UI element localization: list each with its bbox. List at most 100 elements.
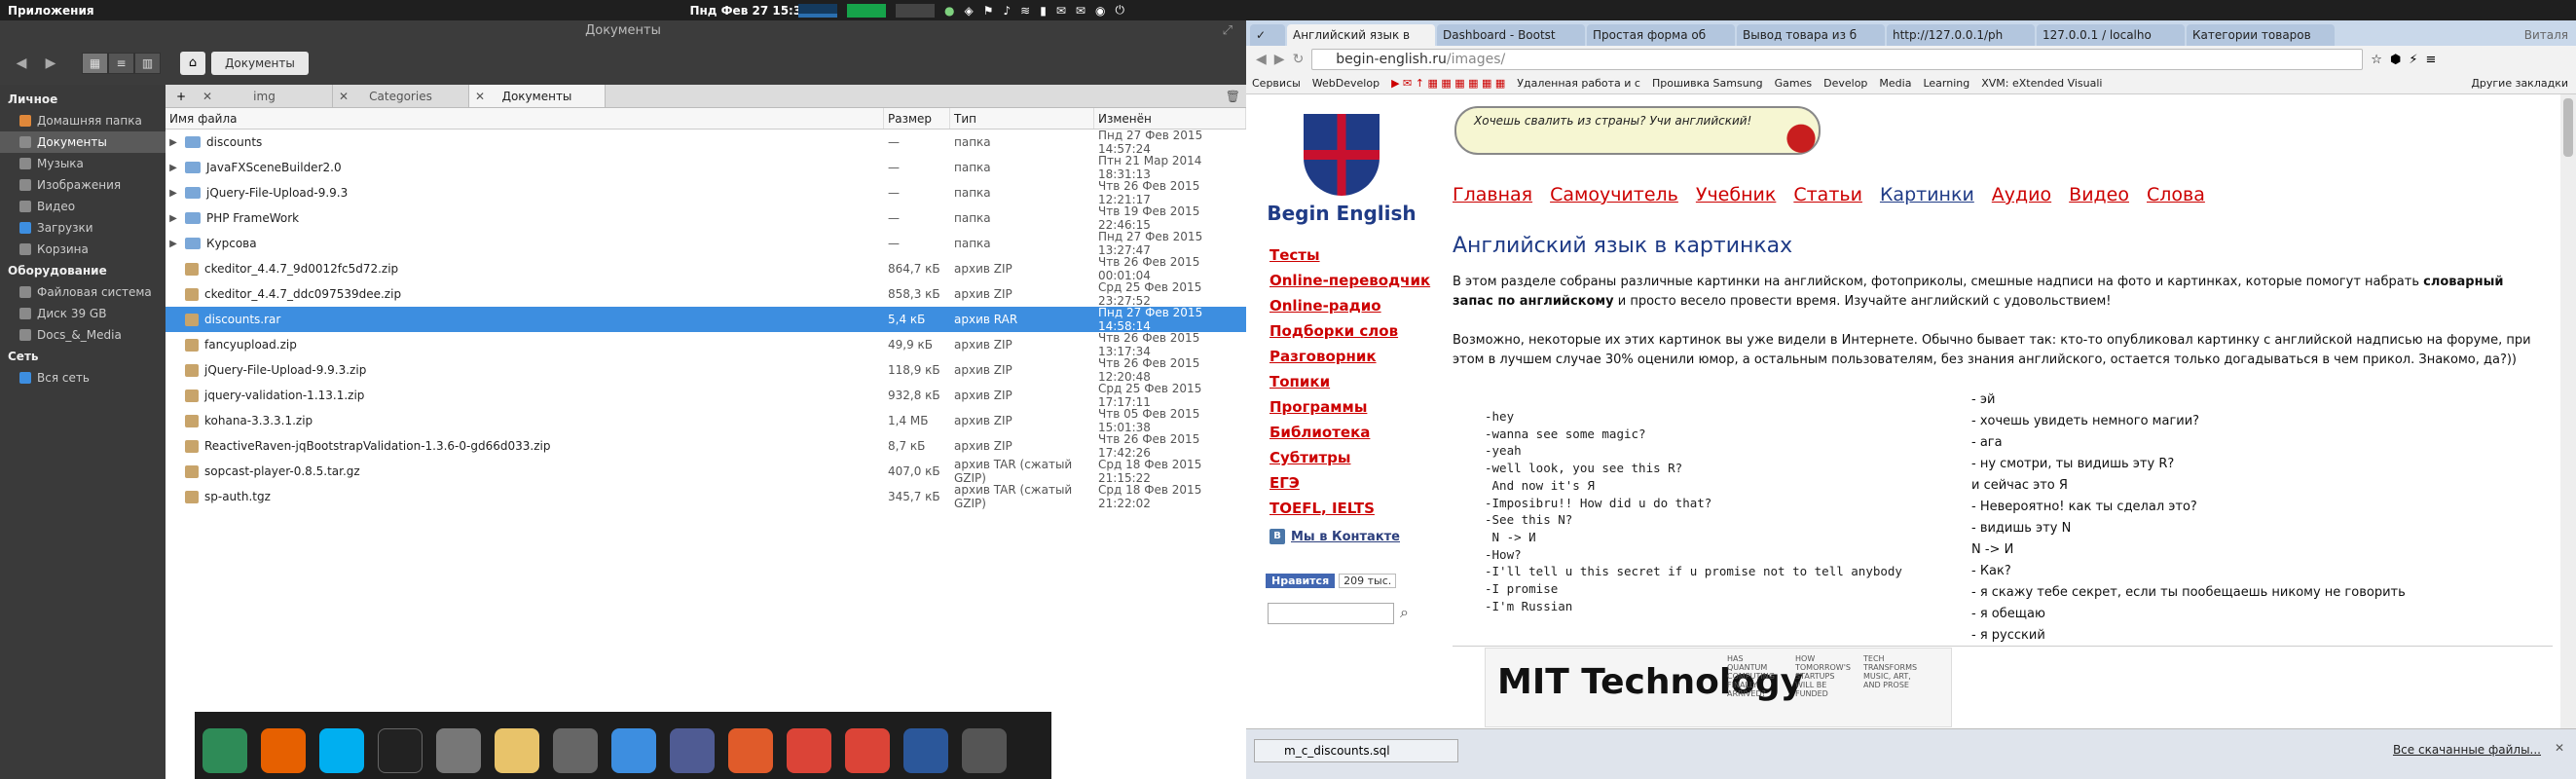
tab-categories[interactable]: ✕ Categories [333, 85, 469, 107]
extension-icon[interactable]: ⬢ [2390, 53, 2401, 67]
file-row[interactable]: ▶ discounts — папка Пнд 27 Фев 2015 14:57:24 [166, 129, 1246, 156]
breadcrumb[interactable]: Документы [211, 52, 309, 75]
flag-icon[interactable]: ⚑ [983, 4, 994, 18]
user-icon[interactable]: ◉ [1095, 4, 1105, 18]
new-tab-button[interactable]: + [166, 85, 197, 107]
list-view-button[interactable]: ≡ [108, 53, 134, 74]
sidebar-item-disk[interactable]: Диск 39 GB [0, 303, 166, 324]
shield-icon[interactable]: ◈ [964, 4, 973, 18]
nav-link[interactable]: Статьи [1793, 184, 1862, 205]
file-row[interactable]: ReactiveRaven-jqBootstrapValidation-1.3.… [166, 432, 1246, 460]
sidebar-item-videos[interactable]: Видео [0, 196, 166, 217]
column-type[interactable]: Тип [950, 108, 1094, 129]
left-nav-link[interactable]: TOEFL, IELTS [1270, 496, 1430, 521]
tab-img[interactable]: ✕ img [197, 85, 333, 107]
nav-link[interactable]: Главная [1453, 184, 1532, 205]
bookmark-item[interactable]: WebDevelop [1312, 77, 1380, 90]
site-logo[interactable]: Begin English [1264, 114, 1419, 225]
file-row[interactable]: ckeditor_4.4.7_ddc097539dee.zip 858,3 кБ а… [166, 280, 1246, 308]
left-nav-link[interactable]: Топики [1270, 369, 1430, 394]
address-bar[interactable]: begin-english.ru/images/ [1311, 49, 2364, 70]
volume-icon[interactable]: ♪ [1003, 4, 1011, 18]
expand-arrow-icon[interactable]: ▶ [167, 188, 179, 199]
nav-link[interactable]: Самоучитель [1550, 184, 1678, 205]
file-row[interactable]: discounts.rar 5,4 кБ архив RAR Пнд 27 Фев 2… [166, 306, 1246, 333]
home-crumb-icon[interactable]: ⌂ [180, 52, 205, 75]
maximize-icon[interactable]: ⤢ [1223, 20, 1233, 42]
sidebar-item-music[interactable]: Музыка [0, 153, 166, 174]
nav-link[interactable]: Слова [2147, 184, 2205, 205]
file-row[interactable]: ckeditor_4.4.7_9d0012fc5d72.zip 864,7 кБ а… [166, 255, 1246, 282]
close-tab-icon[interactable]: ✕ [339, 85, 349, 108]
browser-tab[interactable]: Категории товаров [2187, 24, 2335, 46]
nav-link-current[interactable]: Картинки [1880, 184, 1974, 205]
other-bookmarks[interactable]: Другие закладки [2471, 77, 2576, 90]
expand-arrow-icon[interactable]: ▶ [167, 239, 179, 249]
sidebar-item-downloads[interactable]: Загрузки [0, 217, 166, 239]
sidebar-item-filesystem[interactable]: Файловая система [0, 281, 166, 303]
browser-tab[interactable]: http://127.0.0.1/ph [1887, 24, 2035, 46]
scrollbar-thumb[interactable] [2563, 98, 2573, 157]
mail-icon-2[interactable]: ✉ [1076, 4, 1086, 18]
browser-tab[interactable]: Английский язык в [1287, 24, 1435, 46]
file-row[interactable]: sp-auth.tgz 345,7 кБ архив TAR (сжатый GZI… [166, 483, 1246, 510]
applications-menu[interactable]: Приложения [0, 4, 94, 18]
left-nav-link[interactable]: Программы [1270, 394, 1430, 420]
close-tab-icon[interactable]: ✕ [475, 85, 485, 108]
vk-link[interactable]: В Мы в Контакте [1270, 529, 1400, 544]
all-downloads-link[interactable]: Все скачанные файлы... [2393, 743, 2541, 757]
bookmark-item[interactable]: Прошивка Samsung [1652, 77, 1763, 90]
file-row[interactable]: ▶ jQuery-File-Upload-9.9.3 — папка Чтв 26 Фе… [166, 179, 1246, 206]
left-nav-link[interactable]: ЕГЭ [1270, 470, 1430, 496]
download-item[interactable]: m_c_discounts.sql [1254, 739, 1458, 762]
bookmark-item[interactable]: Удаленная работа и с [1517, 77, 1640, 90]
bookmark-item[interactable]: Media [1879, 77, 1911, 90]
compact-view-button[interactable]: ▥ [134, 53, 161, 74]
sidebar-item-documents[interactable]: Документы [0, 131, 166, 153]
document-icon[interactable] [903, 728, 948, 773]
chromium-icon[interactable] [845, 728, 890, 773]
page-scrollbar[interactable] [2560, 94, 2576, 728]
wifi-icon[interactable]: ≋ [1020, 4, 1030, 18]
browser-tab[interactable]: 127.0.0.1 / localho [2037, 24, 2185, 46]
firefox-icon[interactable] [261, 728, 306, 773]
checkmark-icon[interactable]: ● [944, 4, 954, 18]
star-icon[interactable]: ☆ [2371, 53, 2382, 67]
bookmark-item[interactable]: Develop [1823, 77, 1867, 90]
gimp-icon[interactable] [962, 728, 1007, 773]
left-nav-link[interactable]: Библиотека [1270, 420, 1430, 445]
mail-app-icon[interactable] [495, 728, 539, 773]
vk-tab[interactable]: ✓ [1250, 24, 1285, 46]
sidebar-item-docs-media[interactable]: Docs_&_Media [0, 324, 166, 346]
expand-arrow-icon[interactable]: ▶ [167, 213, 179, 224]
forward-icon[interactable]: ▶ [39, 52, 62, 75]
left-nav-link[interactable]: Online-радио [1270, 293, 1430, 318]
browser-tab[interactable]: Простая форма об [1587, 24, 1735, 46]
phpstorm-icon[interactable] [728, 728, 773, 773]
site-search-input[interactable] [1268, 603, 1394, 624]
file-row[interactable]: jquery-validation-1.13.1.zip 932,8 кБ архи… [166, 382, 1246, 409]
file-row[interactable]: sopcast-player-0.8.5.tar.gz 407,0 кБ архив… [166, 458, 1246, 485]
bookmark-item[interactable]: Learning [1923, 77, 1969, 90]
sidebar-item-network[interactable]: Вся сеть [0, 367, 166, 389]
tab-documents[interactable]: ✕ Документы [469, 85, 606, 107]
search-icon[interactable]: ⌕ [1400, 603, 1409, 622]
left-nav-link[interactable]: Субтитры [1270, 445, 1430, 470]
nav-link[interactable]: Видео [2069, 184, 2129, 205]
back-icon[interactable]: ◀ [1256, 52, 1267, 67]
close-tab-icon[interactable]: ✕ [202, 85, 212, 108]
terminal-icon[interactable] [378, 728, 423, 773]
column-name[interactable]: Имя файла [166, 108, 884, 129]
file-row[interactable]: ▶ JavaFXSceneBuilder2.0 — папка Птн 21 Мар 2… [166, 154, 1246, 181]
browser-tab[interactable]: Dashboard - Bootst [1437, 24, 1585, 46]
bookmark-item[interactable]: Сервисы [1252, 77, 1301, 90]
nav-link[interactable]: Аудио [1992, 184, 2051, 205]
close-icon[interactable]: ✕ [2555, 741, 2564, 755]
sidebar-item-trash[interactable]: Корзина [0, 239, 166, 260]
window-manager-icon[interactable] [553, 728, 598, 773]
like-button[interactable]: Нравится [1266, 574, 1336, 588]
sidebar-item-pictures[interactable]: Изображения [0, 174, 166, 196]
battery-icon[interactable]: ▮ [1040, 4, 1047, 18]
forward-icon[interactable]: ▶ [1274, 52, 1285, 67]
power-icon[interactable]: ⏻ [1115, 3, 1124, 18]
